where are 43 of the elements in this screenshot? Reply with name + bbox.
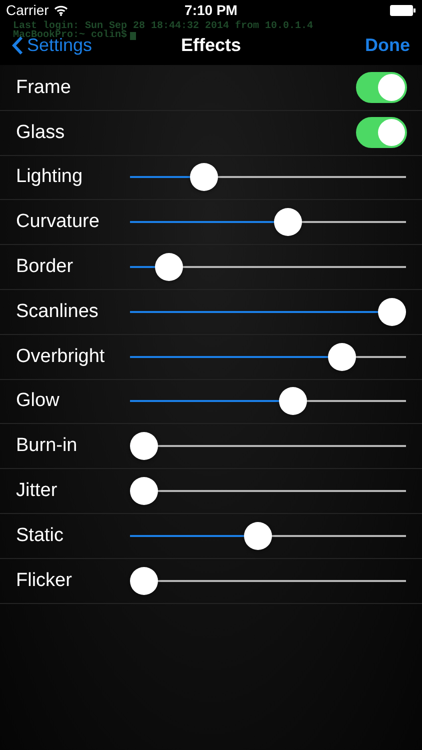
- terminal-line: Last login: Sun Sep 28 18:44:32 2014 from 10.0.1.4: [13, 22, 314, 31]
- slider[interactable]: [130, 253, 406, 282]
- slider-thumb[interactable]: [154, 253, 183, 282]
- setting-label: Frame: [16, 76, 72, 99]
- battery-icon: [390, 4, 416, 16]
- screen-title: Effects: [180, 34, 242, 56]
- status-time: 7:10 PM: [184, 2, 238, 18]
- slider[interactable]: [130, 522, 406, 550]
- slider[interactable]: [130, 566, 406, 595]
- setting-label: Burn-in: [16, 435, 78, 458]
- setting-label: Flicker: [16, 570, 73, 592]
- slider[interactable]: [130, 298, 406, 326]
- slider[interactable]: [130, 208, 406, 236]
- slider[interactable]: [130, 477, 406, 506]
- slider-thumb[interactable]: [274, 208, 302, 236]
- carrier-label: Carrier: [6, 2, 49, 18]
- setting-label: Lighting: [16, 166, 84, 188]
- slider-thumb[interactable]: [130, 566, 158, 595]
- setting-label: Static: [16, 524, 65, 547]
- setting-label: Overbright: [16, 346, 106, 368]
- slider[interactable]: [130, 432, 406, 460]
- cursor-icon: [130, 32, 136, 40]
- wifi-icon: [54, 4, 68, 16]
- setting-label: Jitter: [16, 480, 58, 502]
- done-button[interactable]: Done: [365, 34, 410, 56]
- toggle-switch[interactable]: [356, 72, 407, 104]
- toggle-switch[interactable]: [356, 117, 407, 148]
- setting-label: Curvature: [16, 211, 100, 234]
- slider[interactable]: [130, 163, 406, 192]
- slider[interactable]: [130, 387, 406, 416]
- slider-thumb[interactable]: [190, 163, 218, 192]
- slider-thumb[interactable]: [244, 522, 272, 550]
- slider-thumb[interactable]: [378, 298, 406, 326]
- slider-thumb[interactable]: [130, 477, 158, 506]
- setting-label: Glow: [16, 390, 60, 412]
- setting-label: Scanlines: [16, 300, 100, 323]
- slider-thumb[interactable]: [328, 342, 356, 371]
- slider-thumb[interactable]: [278, 387, 307, 416]
- setting-label: Glass: [16, 122, 66, 144]
- slider[interactable]: [130, 342, 406, 371]
- chevron-left-icon: [12, 36, 23, 54]
- setting-label: Border: [16, 256, 74, 278]
- slider-thumb[interactable]: [130, 432, 158, 460]
